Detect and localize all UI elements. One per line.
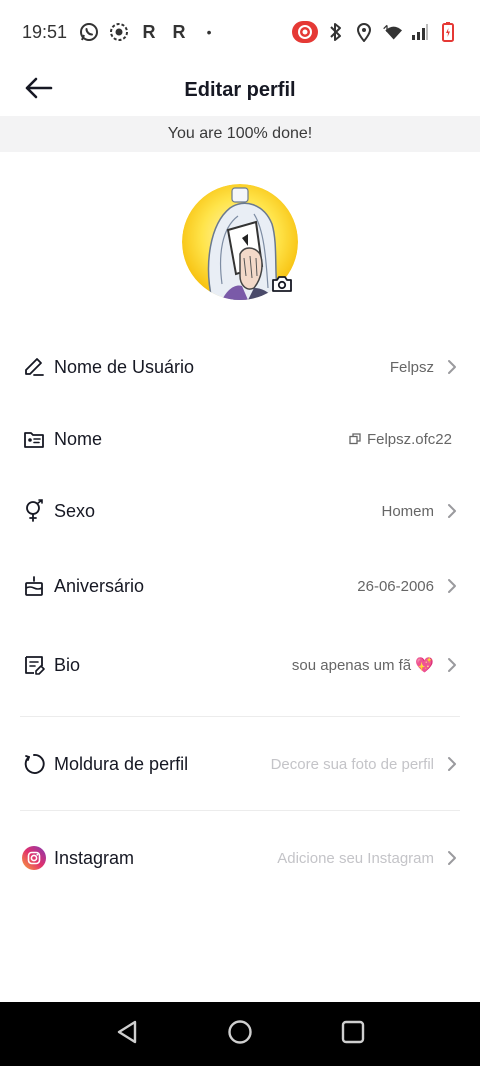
battery-icon xyxy=(438,22,458,42)
row-right: Felpsz.ofc22 xyxy=(349,431,452,448)
chevron-right-icon xyxy=(446,578,458,594)
bluetooth-icon xyxy=(326,22,346,42)
row-label: Sexo xyxy=(54,500,96,521)
nav-back-button[interactable] xyxy=(107,1014,147,1054)
camera-icon xyxy=(270,274,294,294)
row-value: Felpsz.ofc22 xyxy=(366,430,452,448)
id-card-icon xyxy=(22,427,46,451)
recents-square-icon xyxy=(340,1019,366,1050)
r-app-icon: R xyxy=(142,21,156,42)
row-instagram[interactable]: Instagram Adicione seu Instagram xyxy=(0,828,480,888)
row-right: sou apenas um fã 💖 xyxy=(292,656,458,674)
arrow-left-icon xyxy=(23,76,53,105)
nav-recents-button[interactable] xyxy=(333,1014,373,1054)
back-triangle-icon xyxy=(115,1019,139,1050)
row-name[interactable]: Nome Felpsz.ofc22 xyxy=(0,409,480,469)
cake-icon xyxy=(22,574,46,598)
divider xyxy=(20,716,460,717)
page-title: Editar perfil xyxy=(184,78,296,101)
wifi-icon xyxy=(382,22,402,42)
r-app-icon: R xyxy=(172,21,186,42)
row-username[interactable]: Nome de Usuário Felpsz xyxy=(0,337,480,397)
row-value: sou apenas um fã 💖 xyxy=(291,657,434,674)
row-right: Decore sua foto de perfil xyxy=(271,756,458,773)
row-value: 26-06-2006 xyxy=(357,577,434,595)
instagram-icon xyxy=(22,846,46,870)
row-right: Felpsz xyxy=(390,359,458,376)
location-icon xyxy=(354,22,374,42)
row-label: Bio xyxy=(54,654,81,675)
header: Editar perfil xyxy=(0,64,480,116)
row-label: Moldura de perfil xyxy=(54,753,189,774)
note-icon xyxy=(22,653,46,677)
row-birthday[interactable]: Aniversário 26-06-2006 xyxy=(0,556,480,616)
row-profile-frame[interactable]: Moldura de perfil Decore sua foto de per… xyxy=(0,734,480,794)
status-bar: 19:51 R R • xyxy=(0,0,480,64)
system-nav-bar xyxy=(0,1002,480,1066)
row-label: Nome xyxy=(54,428,103,449)
status-left: 19:51 R R • xyxy=(22,22,219,43)
profile-completion-text: You are 100% done! xyxy=(167,125,313,142)
whatsapp-icon xyxy=(79,22,99,42)
nav-home-button[interactable] xyxy=(220,1014,260,1054)
record-icon xyxy=(109,22,129,42)
row-right: Homem xyxy=(381,503,458,520)
row-label: Aniversário xyxy=(54,575,145,596)
row-value: Homem xyxy=(381,502,434,520)
row-value: Adicione seu Instagram xyxy=(277,849,434,867)
row-gender[interactable]: Sexo Homem xyxy=(0,481,480,541)
status-right xyxy=(292,21,458,43)
chevron-right-icon xyxy=(446,503,458,519)
status-time: 19:51 xyxy=(22,21,68,42)
pencil-icon xyxy=(22,355,46,379)
row-bio[interactable]: Bio sou apenas um fã 💖 xyxy=(0,635,480,695)
refresh-icon xyxy=(22,752,46,776)
home-circle-icon xyxy=(227,1019,253,1050)
profile-completion-banner: You are 100% done! xyxy=(0,116,480,152)
row-value: Felpsz xyxy=(389,358,434,376)
row-value: Decore sua foto de perfil xyxy=(270,755,434,773)
avatar-button[interactable] xyxy=(182,184,298,300)
copy-icon[interactable] xyxy=(349,431,361,447)
chevron-right-icon xyxy=(446,359,458,375)
chevron-right-icon xyxy=(446,756,458,772)
row-right: Adicione seu Instagram xyxy=(277,850,458,867)
row-label: Instagram xyxy=(54,847,135,868)
divider xyxy=(20,810,460,811)
chevron-right-icon xyxy=(446,850,458,866)
row-label: Nome de Usuário xyxy=(54,356,195,377)
gender-icon xyxy=(22,499,46,523)
signal-icon xyxy=(410,22,430,42)
row-right: 26-06-2006 xyxy=(357,578,458,595)
chevron-right-icon xyxy=(446,657,458,673)
notification-dot: • xyxy=(206,24,212,40)
back-button[interactable] xyxy=(20,74,56,106)
screen-record-icon xyxy=(292,21,318,43)
